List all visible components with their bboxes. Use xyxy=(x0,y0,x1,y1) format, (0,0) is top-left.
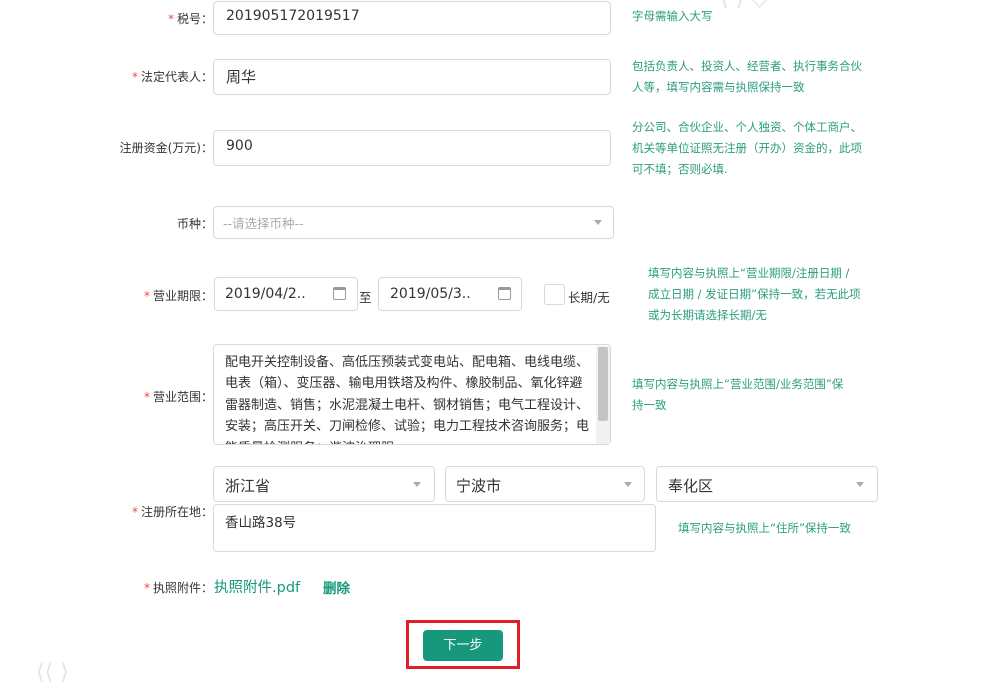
street-address-value: 香山路38号 xyxy=(225,515,297,531)
currency-label: 币种： xyxy=(176,217,213,231)
legal-rep-value: 周华 xyxy=(226,68,257,86)
tax-no-hint: 字母需输入大写 xyxy=(632,9,713,23)
capital-label: 注册资金(万元)： xyxy=(119,141,213,155)
attachment-file-link[interactable]: 执照附件.pdf xyxy=(214,576,300,597)
scope-hint: 填写内容与执照上“营业范围/业务范围”保 持一致 xyxy=(632,377,844,412)
district-value: 奉化区 xyxy=(668,477,714,495)
term-start-value: 2019/04/2.. xyxy=(225,286,306,302)
next-step-button[interactable]: 下一步 xyxy=(423,630,503,661)
capital-hint: 分公司、合伙企业、个人独资、个体工商户、 机关等单位证照无注册（开办）资金的，此… xyxy=(632,120,862,176)
province-value: 浙江省 xyxy=(225,477,271,495)
tax-no-label: * 税号： xyxy=(167,12,213,26)
term-label: * 营业期限： xyxy=(143,289,213,303)
term-separator: 至 xyxy=(359,290,372,305)
address-label: * 注册所在地： xyxy=(131,505,213,519)
legal-rep-hint: 包括负责人、投资人、经营者、执行事务合伙 人等，填写内容需与执照保持一致 xyxy=(632,59,862,94)
attachment-label: * 执照附件： xyxy=(143,581,213,595)
currency-placeholder: --请选择币种-- xyxy=(223,216,304,231)
scope-text-area: 配电开关控制设备、高低压预装式变电站、配电箱、电线电缆、电表（箱）、变压器、输电… xyxy=(214,345,596,444)
capital-field[interactable] xyxy=(213,130,611,166)
chevron-down-icon xyxy=(594,220,602,225)
calendar-icon[interactable] xyxy=(333,287,346,300)
legal-rep-field[interactable] xyxy=(213,59,611,95)
scope-scrollbar-thumb[interactable] xyxy=(598,347,608,421)
scope-value: 配电开关控制设备、高低压预装式变电站、配电箱、电线电缆、电表（箱）、变压器、输电… xyxy=(225,355,590,444)
long-term-checkbox[interactable] xyxy=(544,284,565,305)
scope-label: * 营业范围： xyxy=(143,390,213,404)
attachment-delete-link[interactable]: 删除 xyxy=(323,577,350,597)
term-hint: 填写内容与执照上“营业期限/注册日期 / 成立日期 / 发证日期”保持一致，若无… xyxy=(648,266,861,322)
capital-value: 900 xyxy=(226,138,253,154)
city-value: 宁波市 xyxy=(456,477,502,495)
watermark-decoration: ⟨⟨ ⟩ xyxy=(36,660,69,685)
watermark-decoration: ⟨ ⟩ ◇ xyxy=(720,0,768,11)
legal-rep-label: * 法定代表人： xyxy=(131,70,213,84)
address-hint: 填写内容与执照上“住所”保持一致 xyxy=(678,521,851,535)
tax-no-value: 201905172019517 xyxy=(226,8,360,24)
chevron-down-icon xyxy=(856,482,864,487)
calendar-icon[interactable] xyxy=(498,287,511,300)
chevron-down-icon xyxy=(413,482,421,487)
long-term-label: 长期/无 xyxy=(568,290,610,305)
chevron-down-icon xyxy=(624,482,632,487)
term-end-value: 2019/05/3.. xyxy=(390,286,471,302)
